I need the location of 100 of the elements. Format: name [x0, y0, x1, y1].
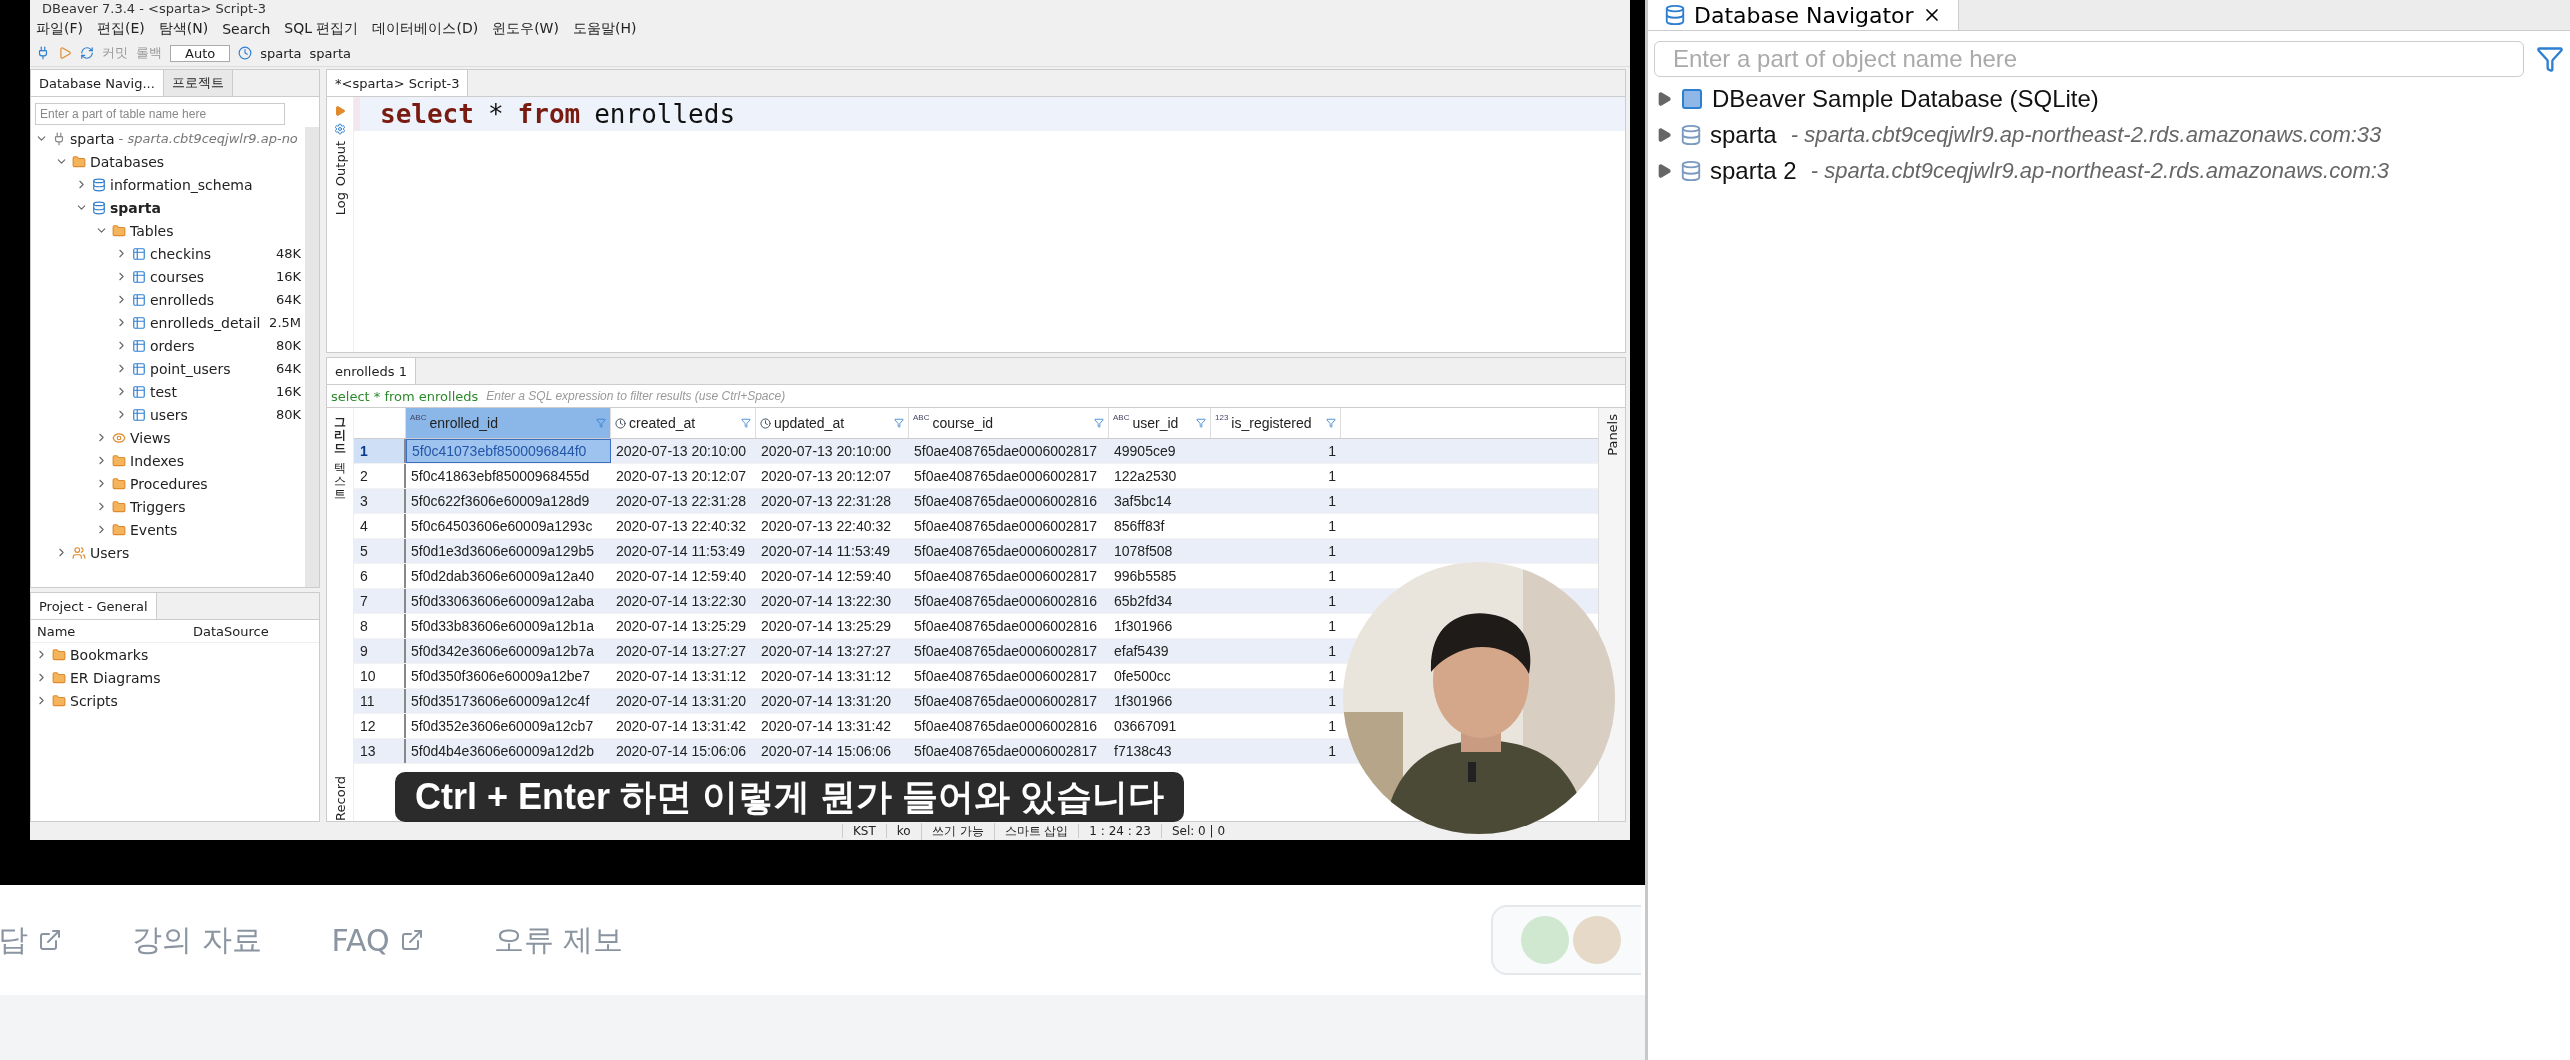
settings-icon[interactable]	[334, 123, 346, 135]
table-cell-text: 2020-07-13 20:10:00	[760, 442, 892, 461]
menu-item[interactable]: 윈도우(W)	[492, 20, 559, 38]
tree-item[interactable]: orders	[150, 337, 195, 354]
table-cell-text: 1	[1327, 717, 1337, 736]
table-cell-text: 2020-07-14 12:59:40	[615, 567, 747, 586]
sort-filter-icon[interactable]	[1196, 418, 1206, 428]
table-cell-text: 49905ce9	[1113, 442, 1177, 461]
expand-arrow-icon[interactable]	[1656, 127, 1672, 143]
side-tab[interactable]: Output	[332, 141, 348, 187]
tree-item[interactable]: enrolleds_detail	[150, 314, 261, 331]
menu-item[interactable]: 파일(F)	[36, 20, 83, 38]
tree-item[interactable]: Triggers	[130, 498, 186, 515]
tree-item[interactable]: Indexes	[130, 452, 185, 469]
table-cell-text: 5f0ae408765dae0006002816	[913, 617, 1098, 636]
column-header[interactable]: ABC enrolled_id	[406, 408, 611, 438]
tree-item[interactable]: Users	[90, 544, 130, 561]
side-tab[interactable]: Log	[332, 192, 348, 216]
table-icon	[132, 361, 146, 376]
table-icon	[132, 246, 146, 261]
tree-item[interactable]: Databases	[90, 153, 165, 170]
tree-item[interactable]: Views	[130, 429, 171, 446]
panel-tab[interactable]: Project - General	[31, 593, 157, 619]
table-cell-text: 856ff83f	[1113, 517, 1166, 536]
table-size: 16K	[275, 384, 302, 399]
table-cell-text: 2020-07-13 22:31:28	[615, 492, 747, 511]
table-cell-text: 5f0ae408765dae0006002817	[913, 442, 1098, 461]
table-cell: 5f0c41073ebf8500096844f0	[406, 439, 611, 463]
sort-filter-icon[interactable]	[894, 418, 904, 428]
users-icon	[72, 545, 86, 560]
filter-icon[interactable]	[2536, 45, 2564, 73]
tree-item[interactable]: Tables	[130, 222, 174, 239]
column-name: created_at	[629, 415, 696, 431]
results-tab[interactable]: enrolleds 1	[327, 358, 416, 384]
connect-icon[interactable]	[36, 46, 50, 60]
sort-filter-icon[interactable]	[1326, 418, 1336, 428]
tree-item[interactable]: DBeaver Sample Database (SQLite)	[1712, 85, 2099, 113]
table-icon	[132, 292, 146, 307]
table-cell-text: 5f0d1e3d3606e60009a129b5	[410, 542, 595, 561]
menu-item[interactable]: 탐색(N)	[158, 20, 209, 38]
table-cell-text: 2020-07-13 20:12:07	[760, 467, 892, 486]
connection-select[interactable]: sparta	[260, 45, 302, 61]
menu-item[interactable]: Search	[222, 21, 271, 37]
table-cell-text: 5f0ae408765dae0006002817	[913, 467, 1098, 486]
tree-item[interactable]: point_users	[150, 360, 231, 377]
expand-arrow-icon[interactable]	[1656, 91, 1672, 107]
tree-item[interactable]: Bookmarks	[70, 646, 149, 663]
tree-item[interactable]: Scripts	[70, 692, 118, 709]
table-cell-text: 2020-07-14 13:25:29	[760, 617, 892, 636]
table-cell-text: 1f301966	[1113, 617, 1174, 636]
expand-arrow-icon[interactable]	[1656, 163, 1672, 179]
sort-filter-icon[interactable]	[741, 418, 751, 428]
search-field[interactable]: Enter a part of object name here	[1654, 41, 2524, 77]
editor-tab[interactable]: *<sparta> Script-3	[327, 70, 469, 96]
tree-item[interactable]: sparta	[1710, 121, 1777, 149]
panel-tab[interactable]: 프로젝트	[163, 70, 233, 96]
panels-tab[interactable]: Panels	[1604, 414, 1620, 456]
panel-tab[interactable]: Database Navigator	[1648, 0, 1959, 30]
table-cell-text: 2020-07-14 13:31:12	[760, 667, 892, 686]
menu-item[interactable]: SQL 편집기	[284, 20, 359, 38]
tree-item[interactable]: courses	[150, 268, 205, 285]
tree-item[interactable]: Events	[130, 521, 178, 538]
table-cell-text: 5f0ae408765dae0006002816	[913, 717, 1098, 736]
table-size: 48K	[275, 246, 302, 261]
schema-select[interactable]: sparta	[309, 45, 351, 61]
table-cell-text: 5f0ae408765dae0006002817	[913, 567, 1098, 586]
menu-item[interactable]: 편집(E)	[97, 20, 145, 38]
sort-filter-icon[interactable]	[1094, 418, 1104, 428]
status-item: 1 : 24 : 23	[1078, 824, 1161, 838]
code-editor[interactable]: select * from enrolleds	[354, 97, 1625, 352]
tree-item[interactable]: users	[150, 406, 188, 423]
tree-item[interactable]: Procedures	[130, 475, 208, 492]
table-cell-text: efaf5439	[1113, 642, 1170, 661]
tree-item[interactable]: information_schema	[110, 176, 253, 193]
table-cell-text: 5f0d35173606e60009a12c4f	[410, 692, 591, 711]
tree-item[interactable]: test	[150, 383, 177, 400]
table-cell-text: 122a2530	[1113, 467, 1178, 486]
transaction-mode[interactable]: Auto	[170, 44, 231, 62]
side-tab[interactable]: 그리드	[334, 416, 346, 456]
row-number[interactable]: 13	[354, 739, 406, 763]
table-cell-text: 5f0d2dab3606e60009a12a40	[410, 567, 595, 586]
table-icon	[132, 315, 146, 330]
tree-item[interactable]: checkins	[150, 245, 212, 262]
row-number[interactable]: 1	[354, 439, 406, 463]
refresh-icon[interactable]	[80, 46, 94, 60]
tree-item[interactable]: sparta	[70, 130, 115, 147]
tree-item[interactable]: sparta	[110, 199, 161, 216]
table-cell-text: 2020-07-14 13:31:20	[615, 692, 747, 711]
side-tab[interactable]: 텍스트	[334, 461, 346, 502]
tree-item[interactable]: sparta 2	[1710, 157, 1797, 185]
menu-item[interactable]: 도움말(H)	[572, 20, 637, 38]
scrollbar[interactable]	[305, 127, 319, 587]
menu-item[interactable]: 데이터베이스(D)	[372, 20, 479, 38]
side-tab[interactable]: Record	[332, 776, 348, 821]
panel-tab[interactable]: Database Navig...	[31, 70, 164, 96]
run-icon[interactable]	[334, 105, 346, 117]
search-field[interactable]: Enter a part of table name here	[35, 103, 285, 125]
tree-item[interactable]: ER Diagrams	[70, 669, 161, 686]
history-icon[interactable]	[238, 46, 253, 60]
tree-item[interactable]: enrolleds	[150, 291, 215, 308]
